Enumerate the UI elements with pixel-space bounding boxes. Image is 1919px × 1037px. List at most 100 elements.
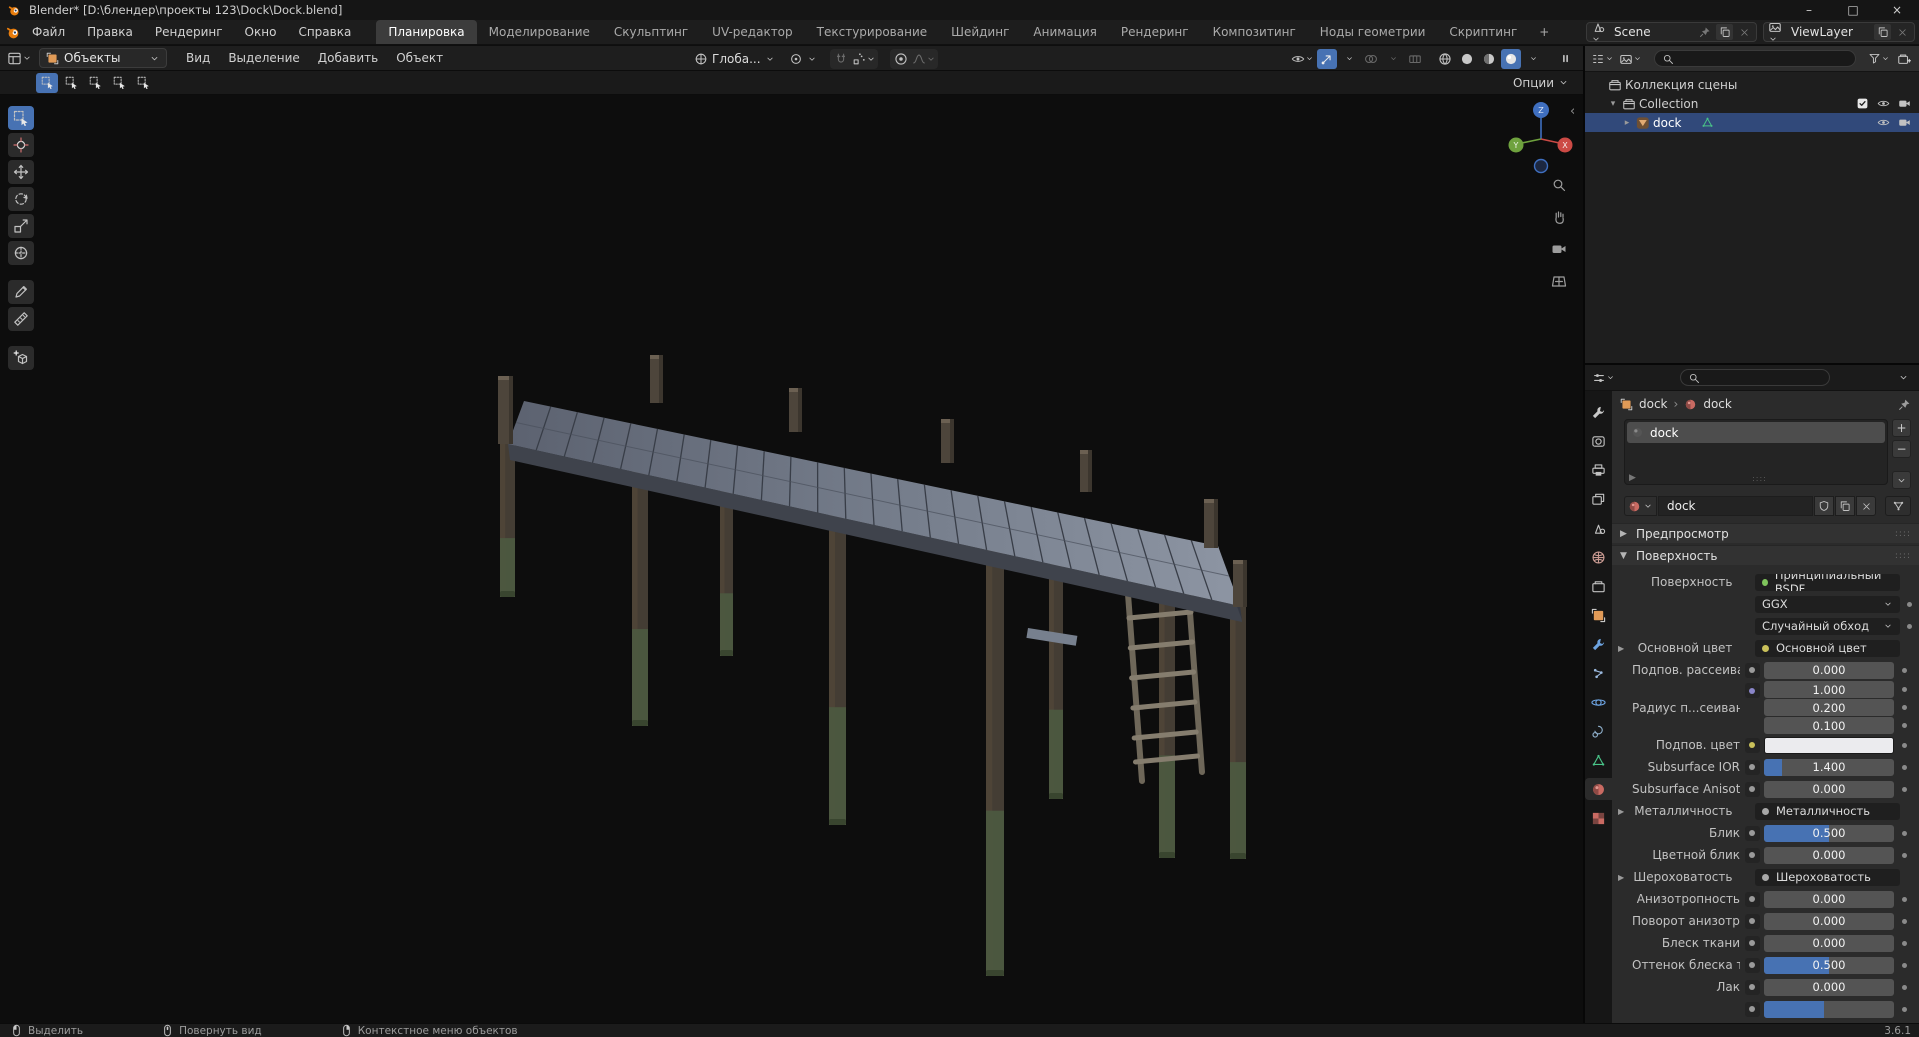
falloff-dropdown[interactable] [911, 49, 937, 69]
slot-expand-arrow[interactable]: ▶ [1629, 473, 1636, 483]
mode-dropdown[interactable]: Объекты [39, 48, 167, 68]
value-slider[interactable]: 0.000 [1764, 780, 1894, 798]
properties-options-dropdown[interactable] [1893, 368, 1913, 388]
panel-grip[interactable]: :::: [1895, 551, 1911, 561]
properties-tab-world[interactable] [1585, 546, 1612, 568]
properties-tab-material[interactable] [1585, 778, 1612, 800]
value-slider[interactable]: 1.400 [1764, 758, 1894, 776]
outliner-row-коллекция-сцены[interactable]: Коллекция сцены [1585, 75, 1919, 94]
new-collection-button[interactable] [1894, 49, 1914, 69]
input-socket[interactable] [1744, 737, 1760, 753]
workspace-tab-1[interactable]: Моделирование [477, 20, 602, 44]
input-socket[interactable] [1744, 957, 1760, 973]
tool-scale-button[interactable] [8, 214, 34, 238]
input-socket[interactable] [1744, 781, 1760, 797]
node-link-field[interactable]: Шероховатость [1754, 868, 1901, 886]
overlays-dropdown[interactable] [1383, 49, 1403, 69]
viewport-grid-persp-control[interactable] [1548, 270, 1570, 292]
camera-toggle[interactable] [1895, 116, 1913, 129]
value-slider[interactable]: 0.500 [1764, 956, 1894, 974]
unlink-material-button[interactable] [1856, 496, 1876, 516]
eye-toggle[interactable] [1874, 97, 1892, 110]
menu-3[interactable]: Окно [234, 21, 288, 43]
input-socket[interactable] [1744, 759, 1760, 775]
workspace-tab-2[interactable]: Скульптинг [602, 20, 700, 44]
color-swatch[interactable] [1764, 736, 1894, 754]
material-slot-list[interactable]: dock ▶ :::: [1624, 419, 1888, 485]
show-gizmos-toggle[interactable] [1317, 48, 1337, 69]
3d-viewport[interactable]: Объекты Вид Выделение Добавить Объект Глоба… [0, 46, 1583, 1023]
camera-toggle[interactable] [1895, 97, 1913, 110]
tool-add-cube-button[interactable] [8, 346, 34, 370]
menu-2[interactable]: Рендеринг [144, 21, 234, 43]
outliner-display-mode-button[interactable] [1618, 49, 1643, 69]
dropdown-field[interactable]: GGX [1754, 595, 1901, 613]
scene-pin-button[interactable] [1697, 24, 1713, 40]
remove-slot-button[interactable]: − [1892, 440, 1911, 458]
keyframe-dot[interactable] [1901, 786, 1907, 792]
keyframe-dot[interactable] [1901, 940, 1907, 946]
use-nodes-toggle[interactable] [1885, 496, 1911, 516]
resize-grip[interactable]: :::: [1752, 474, 1767, 483]
keyframe-dot[interactable] [1907, 623, 1913, 629]
tool-cursor-button[interactable] [8, 133, 34, 157]
node-link-field[interactable]: Принципиальный BSDF [1754, 573, 1901, 591]
keyframe-dot[interactable] [1901, 830, 1907, 836]
keyframe-dot[interactable] [1901, 764, 1907, 770]
viewport-zoom-control[interactable] [1548, 174, 1570, 196]
value-field[interactable]: 1.000 [1764, 681, 1894, 698]
snap-toggle[interactable] [831, 49, 851, 69]
input-socket[interactable] [1744, 825, 1760, 841]
material-name-field[interactable]: dock [1658, 496, 1813, 516]
outliner-search-input[interactable] [1654, 50, 1856, 67]
pause-render-button[interactable] [1555, 49, 1575, 69]
workspace-tab-7[interactable]: Рендеринг [1109, 20, 1201, 44]
breadcrumb-object[interactable]: dock [1639, 397, 1668, 411]
tool-measure-button[interactable] [8, 307, 34, 331]
pivot-dropdown[interactable] [785, 52, 821, 66]
outliner-row-dock[interactable]: ▸ dock [1585, 113, 1919, 132]
properties-tab-output[interactable] [1585, 459, 1612, 481]
panel-grip[interactable]: :::: [1895, 529, 1911, 539]
input-socket[interactable] [1744, 847, 1760, 863]
shading-dropdown[interactable] [1523, 49, 1543, 69]
panel-surface[interactable]: ▼ Поверхность :::: [1612, 545, 1919, 565]
value-field[interactable]: 0.200 [1764, 699, 1894, 716]
sidebar-collapse-arrow[interactable]: ‹ [1570, 104, 1575, 119]
properties-editor-type-button[interactable] [1591, 368, 1616, 388]
select-invert-button[interactable] [108, 73, 130, 93]
value-slider[interactable]: 0.000 [1764, 978, 1894, 996]
input-socket[interactable] [1744, 683, 1760, 698]
tool-select-button[interactable] [8, 106, 34, 130]
orientation-dropdown[interactable]: Глоба... [690, 52, 779, 66]
viewlayer-copy-button[interactable] [1874, 24, 1891, 40]
viewport-menu-3[interactable]: Объект [387, 47, 452, 69]
properties-tab-render[interactable] [1585, 430, 1612, 452]
xray-toggle[interactable] [1405, 49, 1425, 69]
value-slider[interactable]: 0.000 [1764, 890, 1894, 908]
editor-type-button[interactable] [6, 48, 33, 68]
properties-tab-tool[interactable] [1585, 401, 1612, 423]
app-menu-button[interactable] [6, 25, 21, 40]
copy-material-button[interactable] [1835, 496, 1855, 516]
slot-specials-menu[interactable] [1892, 471, 1911, 489]
input-socket[interactable] [1744, 935, 1760, 951]
workspace-tab-4[interactable]: Текстурирование [805, 20, 939, 44]
viewport-menu-0[interactable]: Вид [177, 47, 219, 69]
scene-unlink-button[interactable] [1736, 24, 1752, 40]
menu-4[interactable]: Справка [287, 21, 362, 43]
viewlayer-remove-button[interactable] [1894, 24, 1910, 40]
maximize-button[interactable]: □ [1831, 0, 1875, 20]
input-socket[interactable] [1744, 1001, 1760, 1017]
properties-tab-constraints[interactable] [1585, 720, 1612, 742]
add-slot-button[interactable]: + [1892, 419, 1911, 437]
browse-material-button[interactable] [1624, 496, 1657, 516]
select-subtract-button[interactable] [84, 73, 106, 93]
value-slider[interactable]: 0.500 [1764, 824, 1894, 842]
properties-tab-data[interactable] [1585, 749, 1612, 771]
keyframe-dot[interactable] [1901, 723, 1907, 728]
dropdown-field[interactable]: Случайный обход [1754, 617, 1901, 635]
keyframe-dot[interactable] [1901, 984, 1907, 990]
scene-selector[interactable]: Scene [1586, 22, 1757, 42]
minimize-button[interactable]: – [1787, 0, 1831, 20]
